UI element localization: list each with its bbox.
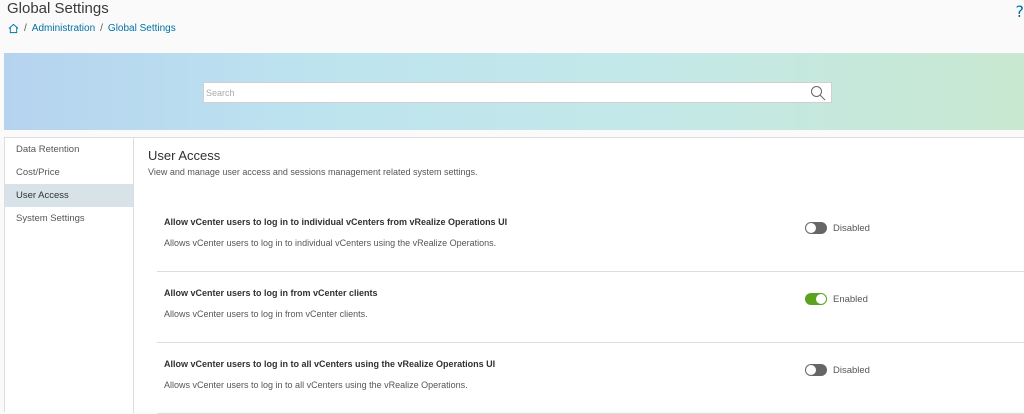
toggle-knob <box>806 223 816 233</box>
page-header: Global Settings ? / Administration / Glo… <box>0 0 1024 50</box>
toggle-knob <box>806 365 816 375</box>
setting-row: Allow vCenter users to log in to individ… <box>157 201 1024 272</box>
search-input[interactable] <box>204 83 810 102</box>
toggle-state-label: Enabled <box>833 294 868 305</box>
toggle-switch[interactable] <box>805 293 827 305</box>
setting-title: Allow vCenter users to log in to individ… <box>164 217 507 227</box>
help-icon[interactable]: ? <box>1016 2 1024 21</box>
page-title: Global Settings <box>7 0 109 17</box>
breadcrumb-administration[interactable]: Administration <box>32 23 95 34</box>
settings-sidebar: Data Retention Cost/Price User Access Sy… <box>5 138 134 413</box>
setting-description: Allows vCenter users to log in to all vC… <box>164 380 468 390</box>
setting-toggle[interactable]: Enabled <box>805 293 868 305</box>
sidebar-item-user-access[interactable]: User Access <box>5 184 133 207</box>
sidebar-item-system-settings[interactable]: System Settings <box>5 207 133 230</box>
breadcrumb: / Administration / Global Settings <box>8 23 176 34</box>
breadcrumb-separator: / <box>100 23 103 34</box>
setting-toggle[interactable]: Disabled <box>805 222 870 234</box>
toggle-switch[interactable] <box>805 364 827 376</box>
search-icon[interactable] <box>810 85 826 101</box>
toggle-state-label: Disabled <box>833 223 870 234</box>
toggle-knob <box>816 294 826 304</box>
toggle-switch[interactable] <box>805 222 827 234</box>
setting-row: Allow vCenter users to log in from vCent… <box>157 272 1024 343</box>
breadcrumb-global-settings[interactable]: Global Settings <box>108 23 176 34</box>
sidebar-item-data-retention[interactable]: Data Retention <box>5 138 133 161</box>
setting-description: Allows vCenter users to log in from vCen… <box>164 309 368 319</box>
setting-description: Allows vCenter users to log in to indivi… <box>164 238 496 248</box>
setting-row: Allow vCenter users to log in to all vCe… <box>157 343 1024 414</box>
section-description: View and manage user access and sessions… <box>148 167 478 177</box>
sidebar-item-cost-price[interactable]: Cost/Price <box>5 161 133 184</box>
search-box <box>203 82 832 103</box>
breadcrumb-separator: / <box>24 23 27 34</box>
section-title: User Access <box>148 148 220 163</box>
setting-title: Allow vCenter users to log in to all vCe… <box>164 359 495 369</box>
main-panel: User Access View and manage user access … <box>135 138 1024 413</box>
home-icon[interactable] <box>8 23 19 34</box>
setting-title: Allow vCenter users to log in from vCent… <box>164 288 378 298</box>
toggle-state-label: Disabled <box>833 365 870 376</box>
content-area: Data Retention Cost/Price User Access Sy… <box>4 137 1024 412</box>
setting-toggle[interactable]: Disabled <box>805 364 870 376</box>
